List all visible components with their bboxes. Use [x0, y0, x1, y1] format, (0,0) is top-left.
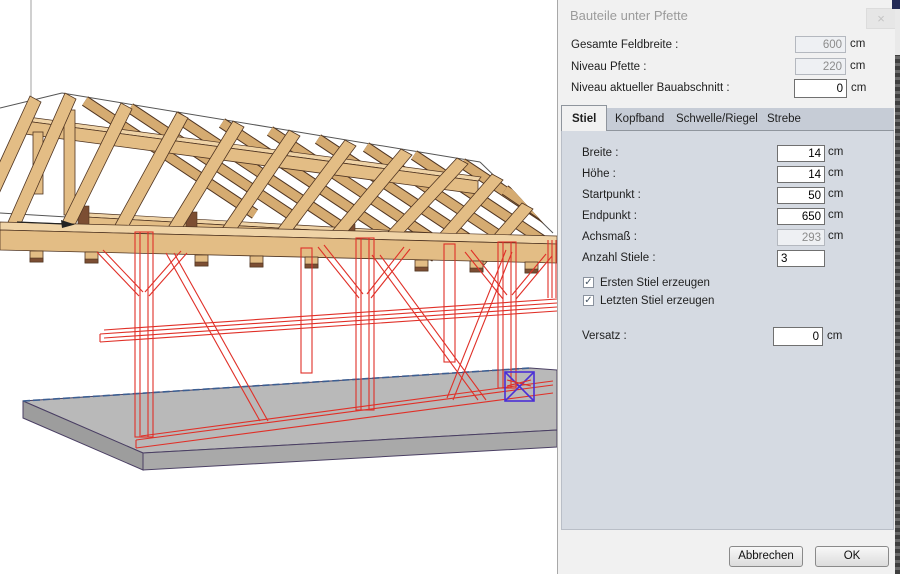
tab-strebe[interactable]: Strebe: [757, 108, 811, 131]
close-icon[interactable]: ×: [866, 8, 896, 29]
app-window: Bauteile unter Pfette × Gesamte Feldbrei…: [0, 0, 900, 574]
startpunkt-input[interactable]: [777, 187, 825, 204]
unit-label: cm: [851, 82, 866, 94]
field-label-niveau-pfette: Niveau Pfette :: [571, 61, 646, 73]
background-window-corner: [892, 0, 900, 9]
niveau-bauabschnitt-input[interactable]: [794, 79, 847, 98]
field-label-gesamte-feldbreite: Gesamte Feldbreite :: [571, 39, 678, 51]
field-label-startpunkt: Startpunkt :: [582, 189, 641, 201]
check-icon: ✓: [584, 277, 592, 288]
versatz-input[interactable]: [773, 327, 823, 346]
niveau-pfette-input: [795, 58, 846, 75]
dialog-bauteile-unter-pfette: Bauteile unter Pfette × Gesamte Feldbrei…: [557, 0, 896, 574]
tab-kopfband[interactable]: Kopfband: [605, 108, 674, 131]
roof-structure-drawing: [0, 0, 557, 574]
ersten-stiel-checkbox[interactable]: ✓: [583, 277, 594, 288]
breite-input[interactable]: [777, 145, 825, 162]
unit-label: cm: [850, 60, 865, 72]
hoehe-input[interactable]: [777, 166, 825, 183]
unit-label: cm: [828, 146, 843, 158]
dialog-title: Bauteile unter Pfette: [570, 8, 688, 23]
field-label-hoehe: Höhe :: [582, 168, 616, 180]
field-label-endpunkt: Endpunkt :: [582, 210, 637, 222]
tab-strip: Stiel Kopfband Schwelle/Riegel Strebe: [561, 108, 894, 131]
concrete-slab: [23, 368, 557, 470]
unit-label: cm: [828, 209, 843, 221]
achsmass-input: [777, 229, 825, 246]
background-window-edge-light: [895, 9, 900, 55]
rail-riegel: [100, 299, 557, 342]
unit-label: cm: [827, 330, 842, 342]
cad-3d-viewport[interactable]: [0, 0, 557, 574]
field-label-versatz: Versatz :: [582, 330, 627, 342]
field-label-anzahl-stiele: Anzahl Stiele :: [582, 252, 656, 264]
checkbox-label-letzten-stiel: Letzten Stiel erzeugen: [600, 295, 714, 307]
letzten-stiel-checkbox[interactable]: ✓: [583, 295, 594, 306]
ok-button[interactable]: OK: [815, 546, 889, 567]
check-icon: ✓: [584, 295, 592, 306]
unit-label: cm: [850, 38, 865, 50]
checkbox-label-ersten-stiel: Ersten Stiel erzeugen: [600, 277, 710, 289]
field-label-achsmass: Achsmaß :: [582, 231, 637, 243]
field-label-breite: Breite :: [582, 147, 618, 159]
cancel-button[interactable]: Abbrechen: [729, 546, 803, 567]
gesamte-feldbreite-input: [795, 36, 846, 53]
unit-label: cm: [828, 230, 843, 242]
tab-schwelle-riegel[interactable]: Schwelle/Riegel: [666, 108, 768, 131]
unit-label: cm: [828, 188, 843, 200]
field-label-niveau-bauabschnitt: Niveau aktueller Bauabschnitt :: [571, 82, 730, 94]
endpunkt-input[interactable]: [777, 208, 825, 225]
anzahl-stiele-input[interactable]: [777, 250, 825, 267]
tab-pane-stiel: Breite : cm Höhe : cm Startpunkt : cm En…: [561, 131, 894, 530]
unit-label: cm: [828, 167, 843, 179]
background-window-edge: [895, 0, 900, 574]
tab-stiel[interactable]: Stiel: [561, 105, 607, 132]
